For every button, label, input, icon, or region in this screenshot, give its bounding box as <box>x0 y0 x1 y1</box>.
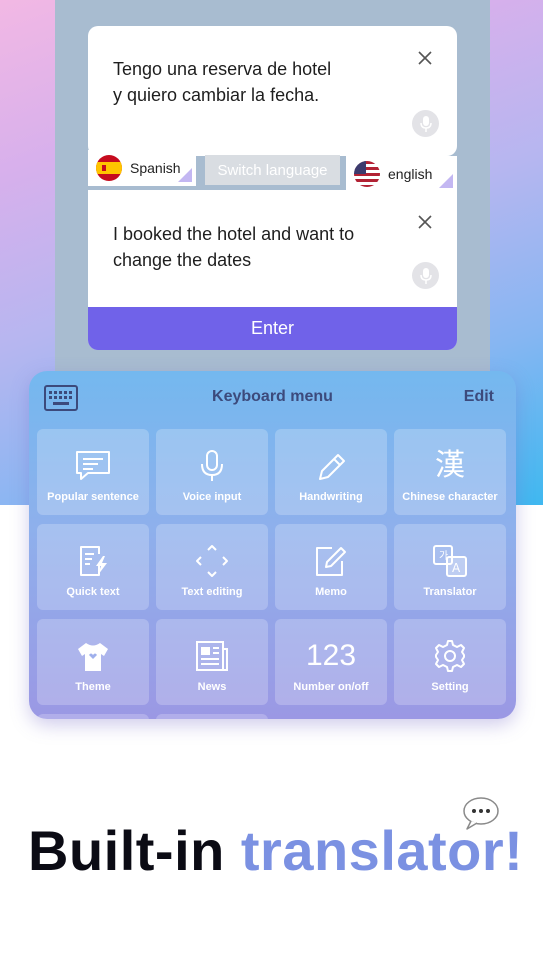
pencil-icon <box>319 454 345 480</box>
microphone-button[interactable] <box>412 110 439 137</box>
menu-item-memo[interactable]: Memo <box>275 524 387 610</box>
memo-edit-icon <box>316 547 346 576</box>
dropdown-corner-icon <box>439 174 453 188</box>
keyboard-menu-panel: Keyboard menu Edit Popular sentence Voic… <box>29 371 516 719</box>
source-text-line: y quiero cambiar la fecha. <box>113 85 320 105</box>
translated-text-line: change the dates <box>113 250 252 270</box>
gear-icon <box>435 640 465 672</box>
keyboard-menu-title: Keyboard menu <box>212 388 333 405</box>
source-language-selector[interactable]: Spanish <box>88 150 196 186</box>
usa-flag-icon <box>354 161 380 187</box>
target-language-selector[interactable]: english <box>346 156 457 192</box>
menu-item-popular-sentence[interactable]: Popular sentence <box>37 429 149 515</box>
menu-item-text-editing[interactable]: Text editing <box>156 524 268 610</box>
menu-item-label: Chinese character <box>402 491 498 503</box>
dropdown-corner-icon <box>178 168 192 182</box>
tshirt-icon <box>78 643 108 671</box>
microphone-icon <box>201 450 223 481</box>
microphone-icon <box>419 267 432 284</box>
headline: Built-in translator! <box>28 818 523 883</box>
microphone-button[interactable] <box>412 262 439 289</box>
translated-text-card[interactable]: I booked the hotel and want to change th… <box>88 190 457 350</box>
spain-flag-icon <box>96 155 122 181</box>
menu-item-partial[interactable] <box>156 714 268 719</box>
menu-item-partial[interactable] <box>37 714 149 719</box>
headline-text: Built-in <box>28 819 241 882</box>
newspaper-icon <box>196 641 228 671</box>
menu-item-label: Handwriting <box>299 491 363 503</box>
menu-item-theme[interactable]: Theme <box>37 619 149 705</box>
move-arrows-icon <box>196 545 228 577</box>
menu-item-label: Popular sentence <box>47 491 139 503</box>
menu-item-label: Setting <box>431 681 469 693</box>
menu-item-label: Memo <box>315 586 347 598</box>
menu-item-label: News <box>197 681 227 693</box>
enter-button[interactable]: Enter <box>88 307 457 350</box>
menu-item-chinese-character[interactable]: 漢 Chinese character <box>394 429 506 515</box>
menu-item-number-on-off[interactable]: 123 Number on/off <box>275 619 387 705</box>
menu-item-voice-input[interactable]: Voice input <box>156 429 268 515</box>
number-icon: 123 <box>305 639 357 672</box>
keyboard-menu-header: Keyboard menu Edit <box>29 371 516 423</box>
menu-item-setting[interactable]: Setting <box>394 619 506 705</box>
menu-item-news[interactable]: News <box>156 619 268 705</box>
translated-text[interactable]: I booked the hotel and want to change th… <box>113 221 397 273</box>
speech-bubble-icon <box>463 797 499 830</box>
source-text[interactable]: Tengo una reserva de hotel y quiero camb… <box>113 56 397 108</box>
chinese-character-icon: 漢 <box>435 449 465 482</box>
menu-item-label: Text editing <box>181 586 243 598</box>
svg-text:A: A <box>452 561 461 575</box>
translated-text-line: I booked the hotel and want to <box>113 224 355 244</box>
menu-item-label: Number on/off <box>293 681 369 693</box>
menu-item-label: Translator <box>423 586 477 598</box>
source-text-line: Tengo una reserva de hotel <box>113 59 332 79</box>
translate-icon: 가 A <box>433 545 467 577</box>
target-language-label: english <box>388 166 433 182</box>
svg-text:가: 가 <box>439 550 448 562</box>
close-icon[interactable] <box>417 50 433 66</box>
microphone-icon <box>419 115 432 132</box>
chat-lines-icon <box>76 451 110 480</box>
quick-text-icon <box>80 546 107 576</box>
menu-item-translator[interactable]: 가 A Translator <box>394 524 506 610</box>
menu-item-label: Theme <box>75 681 111 693</box>
language-bar: Spanish Switch language english <box>88 150 457 192</box>
source-language-label: Spanish <box>130 160 181 176</box>
source-text-card[interactable]: Tengo una reserva de hotel y quiero camb… <box>88 26 457 156</box>
close-icon[interactable] <box>417 214 433 230</box>
menu-item-quick-text[interactable]: Quick text <box>37 524 149 610</box>
switch-language-button[interactable]: Switch language <box>205 155 340 185</box>
menu-item-label: Quick text <box>66 586 120 598</box>
edit-button[interactable]: Edit <box>464 388 494 406</box>
menu-item-label: Voice input <box>182 491 242 503</box>
menu-item-handwriting[interactable]: Handwriting <box>275 429 387 515</box>
